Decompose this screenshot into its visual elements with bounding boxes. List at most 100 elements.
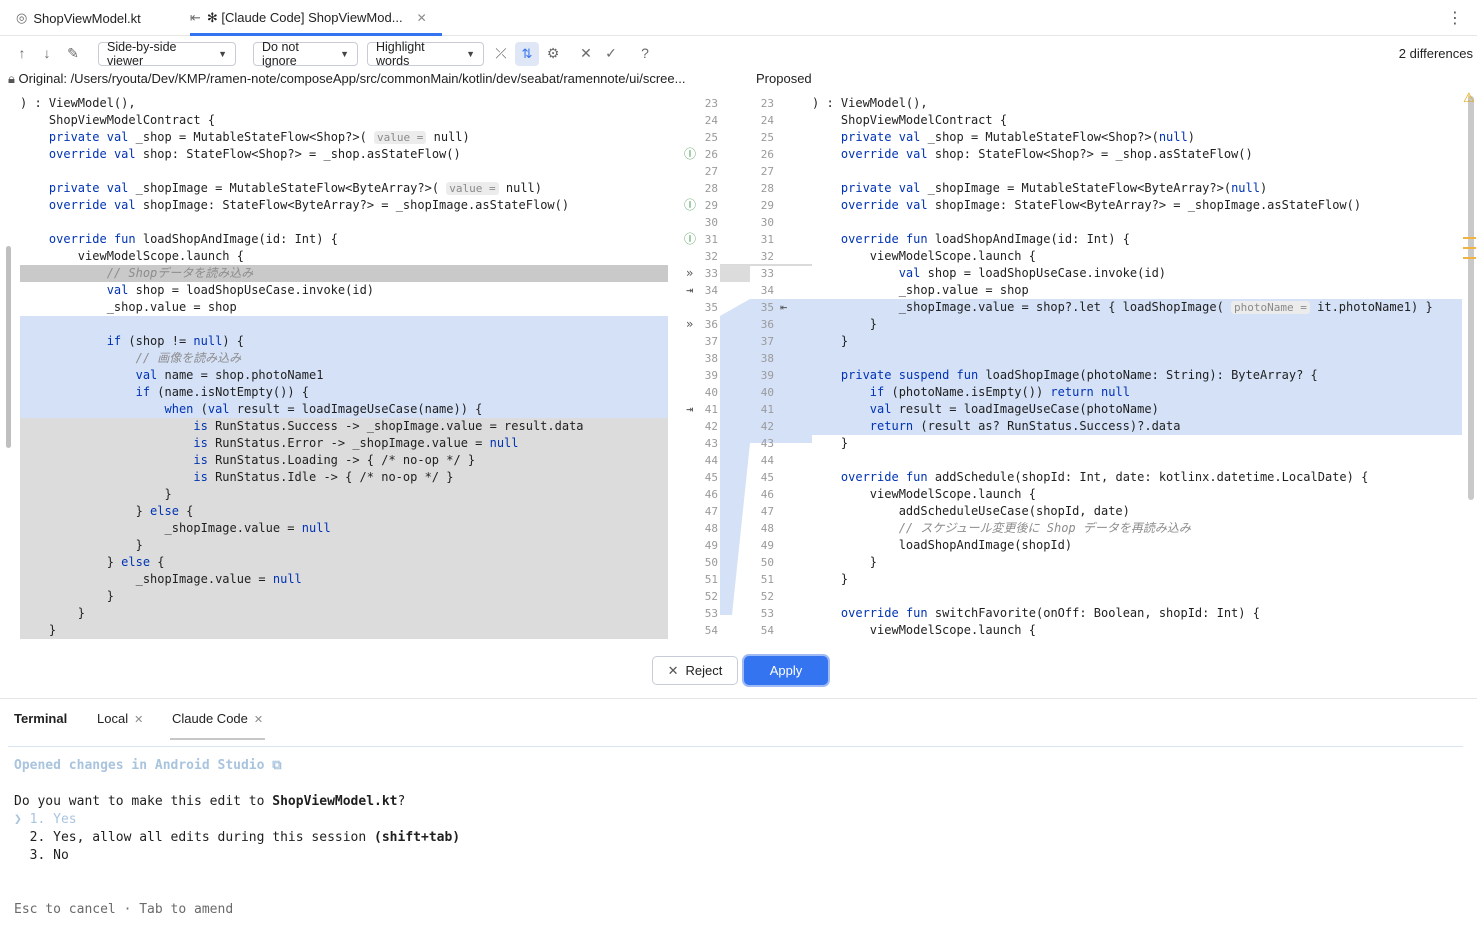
- change-marker[interactable]: [1463, 247, 1476, 249]
- terminal-title: Terminal: [14, 711, 68, 726]
- highlight-mode-select[interactable]: Highlight words ▼: [367, 40, 484, 68]
- close-icon[interactable]: ✕: [134, 714, 143, 726]
- line-number: 44: [760, 454, 774, 467]
- code-line: // 画像を読み込み: [20, 350, 668, 367]
- revert-change-icon[interactable]: ⇤: [780, 299, 787, 316]
- original-code-pane[interactable]: ) : ViewModel(), ShopViewModelContract {…: [20, 88, 668, 646]
- highlight-mode-label: Highlight words: [376, 40, 425, 68]
- option-no[interactable]: 3. No: [14, 847, 69, 865]
- previous-difference-icon[interactable]: ↑: [13, 45, 31, 61]
- line-number: 39: [704, 369, 718, 382]
- apply-button[interactable]: Apply: [744, 656, 828, 685]
- line-number: 24: [704, 114, 718, 127]
- line-number: 44: [704, 454, 718, 467]
- line-number: 41: [704, 403, 718, 416]
- original-path-text: Original: /Users/ryouta/Dev/KMP/ramen-no…: [18, 71, 686, 86]
- code-line: }: [20, 486, 668, 503]
- code-line: } else {: [20, 554, 668, 571]
- warning-icon[interactable]: ⚠: [1463, 90, 1475, 106]
- change-marker[interactable]: [1463, 237, 1476, 239]
- line-number: 35: [760, 301, 774, 314]
- tab-claude-code[interactable]: Claude Code ✕: [169, 711, 266, 740]
- line-number: 43: [760, 437, 774, 450]
- code-line: is RunStatus.Loading -> { /* no-op */ }: [20, 452, 668, 469]
- code-line: }: [812, 436, 849, 450]
- original-file-path: 🔒︎ Original: /Users/ryouta/Dev/KMP/ramen…: [8, 71, 728, 88]
- settings-gear-icon[interactable]: ⚙: [544, 45, 562, 62]
- line-number: 40: [760, 386, 774, 399]
- edit-icon[interactable]: ✎: [64, 45, 82, 62]
- next-difference-icon[interactable]: ↓: [38, 45, 56, 61]
- reject-button[interactable]: ✕ Reject: [652, 656, 738, 685]
- collapse-unchanged-icon[interactable]: ⤫: [492, 45, 510, 62]
- code-line: val name = shop.photoName1: [20, 367, 668, 384]
- option-yes[interactable]: ❯ 1. Yes: [14, 811, 77, 829]
- line-number: 25: [760, 131, 774, 144]
- override-marker-icon[interactable]: Ⓘ: [684, 231, 696, 248]
- question-prefix: Do you want to make this edit to: [14, 794, 273, 809]
- code-line: } else {: [20, 503, 668, 520]
- apply-change-icon[interactable]: »: [686, 265, 693, 282]
- tab-local[interactable]: Local ✕: [97, 711, 143, 726]
- apply-change-icon[interactable]: »: [686, 316, 693, 333]
- code-line: ShopViewModelContract {: [20, 113, 216, 127]
- accept-all-icon[interactable]: ✓: [602, 45, 620, 62]
- code-line: override val shop: StateFlow<Shop?> = _s…: [840, 147, 1253, 161]
- line-number: 46: [760, 488, 774, 501]
- proposed-code-pane[interactable]: ) : ViewModel(), ShopViewModelContract {…: [812, 88, 1462, 646]
- revert-change-icon[interactable]: ⇥: [686, 401, 693, 418]
- opened-changes-text: Opened changes in Android Studio ⧉: [14, 758, 282, 773]
- override-marker-icon[interactable]: Ⓘ: [684, 146, 696, 163]
- help-icon[interactable]: ?: [636, 45, 654, 61]
- terminal-footer-hint: Esc to cancel · Tab to amend: [14, 902, 234, 917]
- code-line: private val _shop = MutableStateFlow<Sho…: [48, 130, 470, 144]
- line-number: 50: [704, 556, 718, 569]
- reject-all-icon[interactable]: ✕: [577, 45, 595, 62]
- sync-scroll-toggle-icon[interactable]: ⇅: [515, 42, 539, 66]
- tab-claude-diff[interactable]: ⇤ ✻ [Claude Code] ShopViewMod... ✕: [190, 0, 442, 36]
- chevron-down-icon: ▼: [340, 49, 349, 59]
- question-file: ShopViewModel.kt: [272, 794, 398, 809]
- change-marker[interactable]: [1463, 257, 1476, 259]
- close-icon[interactable]: ✕: [254, 714, 263, 726]
- tab-label: ShopViewModel.kt: [33, 10, 141, 26]
- line-number: 28: [704, 182, 718, 195]
- differences-count: 2 differences: [1398, 46, 1473, 61]
- proposed-scrollbar[interactable]: [1468, 96, 1474, 500]
- chevron-down-icon: ▼: [466, 49, 475, 59]
- line-number: 49: [704, 539, 718, 552]
- code-line: _shop.value = shop: [20, 300, 237, 314]
- line-number: 36: [704, 318, 718, 331]
- line-number: 38: [760, 352, 774, 365]
- code-line: ) : ViewModel(),: [20, 96, 136, 110]
- code-line: }: [812, 555, 878, 569]
- line-number: 52: [760, 590, 774, 603]
- code-line: _shopImage.value = null: [20, 520, 668, 537]
- code-line: // スケジュール変更後に Shop データを再読み込み: [812, 521, 1191, 535]
- code-line: private val _shopImage = MutableStateFlo…: [840, 181, 1268, 195]
- code-line: override fun loadShopAndImage(id: Int) {: [840, 232, 1130, 246]
- revert-change-icon[interactable]: ⇥: [686, 282, 693, 299]
- ignore-mode-select[interactable]: Do not ignore ▼: [253, 40, 358, 68]
- original-scrollbar[interactable]: [6, 246, 11, 448]
- edit-question: Do you want to make this edit to ShopVie…: [14, 793, 405, 811]
- tab-shopviewmodel[interactable]: ◎ ShopViewModel.kt: [16, 0, 141, 36]
- line-number: 41: [760, 403, 774, 416]
- more-options-icon[interactable]: ⋮: [1447, 8, 1463, 28]
- option-yes-all[interactable]: 2. Yes, allow all edits during this sess…: [14, 829, 460, 847]
- close-icon[interactable]: ✕: [417, 11, 427, 25]
- terminal-separator: [8, 746, 1463, 747]
- code-line: override val shopImage: StateFlow<ByteAr…: [840, 198, 1362, 212]
- line-number: 47: [704, 505, 718, 518]
- code-line: if (photoName.isEmpty()) return null: [812, 384, 1462, 401]
- code-line: private val _shop = MutableStateFlow<Sho…: [840, 130, 1195, 144]
- viewer-mode-select[interactable]: Side-by-side viewer ▼: [98, 40, 236, 68]
- override-marker-icon[interactable]: Ⓘ: [684, 197, 696, 214]
- code-line: }: [20, 622, 668, 639]
- line-number: 30: [704, 216, 718, 229]
- line-number: 28: [760, 182, 774, 195]
- tab-local-label: Local: [97, 711, 129, 726]
